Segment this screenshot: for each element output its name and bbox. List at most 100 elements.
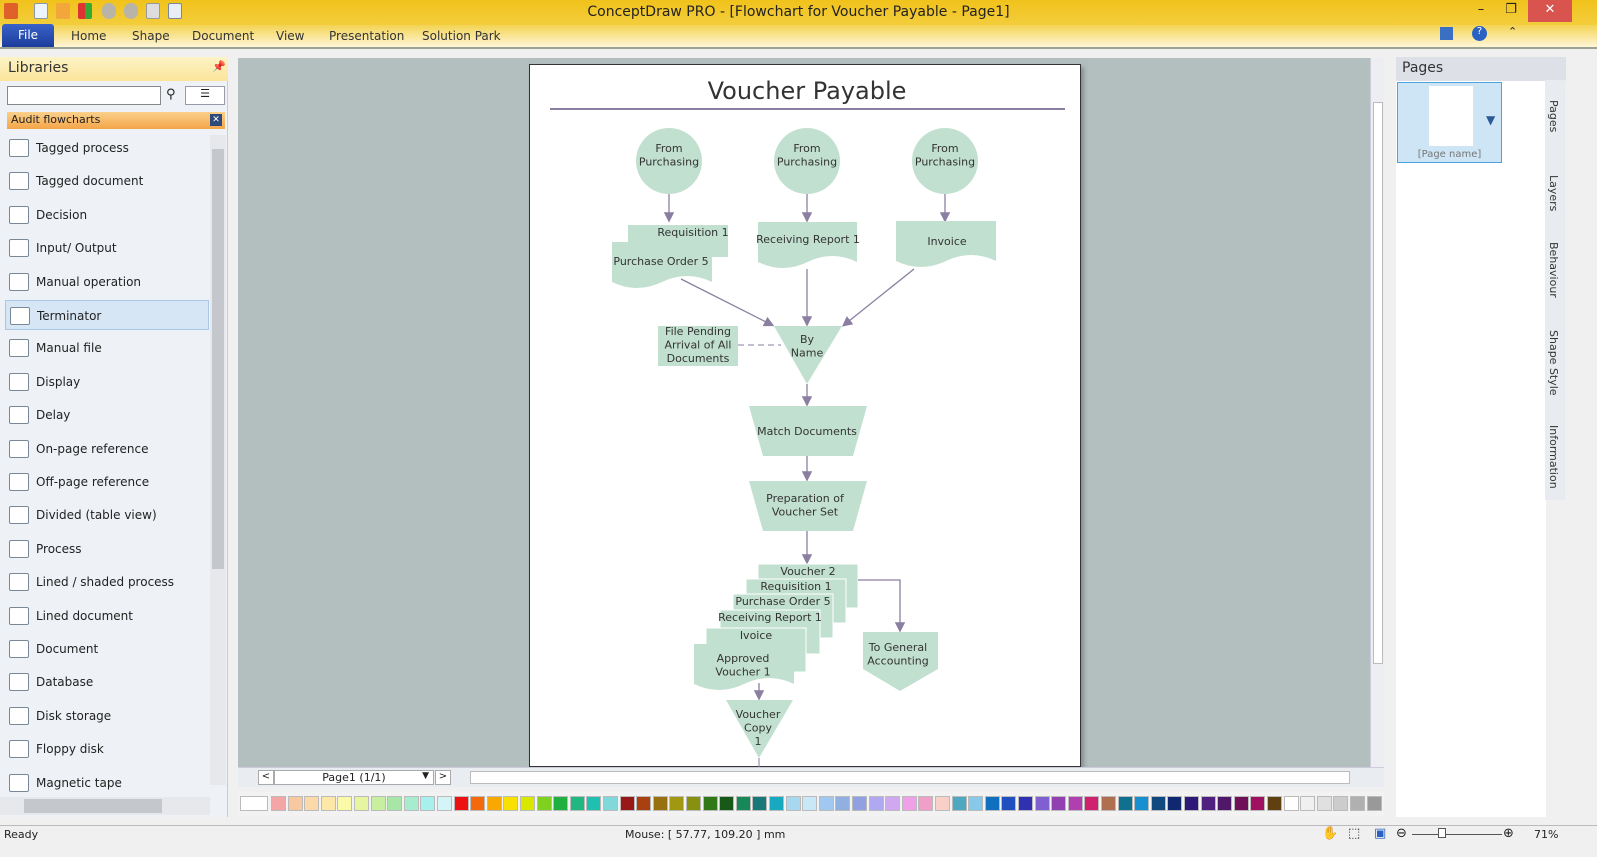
- color-swatch[interactable]: [1134, 796, 1150, 811]
- color-swatch[interactable]: [935, 796, 950, 811]
- color-swatch[interactable]: [984, 796, 1000, 811]
- library-item[interactable]: Disk storage: [5, 701, 209, 731]
- zoom-slider-handle[interactable]: [1438, 828, 1446, 838]
- color-swatch[interactable]: [1184, 796, 1199, 811]
- library-item[interactable]: Magnetic tape: [5, 768, 209, 798]
- restore-button[interactable]: ❐: [1496, 0, 1526, 22]
- library-item[interactable]: Lined document: [5, 601, 209, 631]
- color-swatch[interactable]: [553, 796, 569, 811]
- library-item[interactable]: Tagged process: [5, 133, 209, 163]
- color-swatch[interactable]: [354, 796, 369, 811]
- library-item[interactable]: Off-page reference: [5, 467, 209, 497]
- next-page-button[interactable]: >: [435, 770, 451, 785]
- library-item[interactable]: Input/ Output: [5, 233, 209, 263]
- color-swatch[interactable]: [885, 796, 901, 811]
- zoom-area-icon[interactable]: ⬚: [1348, 826, 1360, 841]
- color-swatch[interactable]: [868, 796, 884, 811]
- prev-page-button[interactable]: <: [258, 770, 274, 785]
- color-swatch[interactable]: [370, 796, 386, 811]
- horizontal-scrollbar[interactable]: [470, 771, 1350, 784]
- color-swatch[interactable]: [287, 796, 303, 811]
- color-swatch[interactable]: [1034, 796, 1050, 811]
- color-swatch[interactable]: [304, 796, 320, 811]
- tab-presentation[interactable]: Presentation: [329, 29, 404, 43]
- color-swatch[interactable]: [520, 796, 535, 811]
- page-select[interactable]: Page1 (1/1) ▼: [274, 770, 434, 785]
- color-swatch[interactable]: [835, 796, 851, 811]
- collapse-ribbon-icon[interactable]: ⌃: [1508, 25, 1517, 38]
- library-item[interactable]: Delay: [5, 400, 209, 430]
- connector-arrow[interactable]: [680, 278, 775, 327]
- color-swatch[interactable]: [603, 796, 618, 811]
- tab-shape[interactable]: Shape: [132, 29, 170, 43]
- tab-layers[interactable]: Layers: [1547, 175, 1560, 211]
- connector-arrow[interactable]: [858, 579, 906, 633]
- color-swatch[interactable]: [901, 796, 917, 811]
- color-swatch[interactable]: [1267, 796, 1282, 811]
- color-swatch[interactable]: [1117, 796, 1133, 811]
- fit-page-icon[interactable]: ▣: [1374, 826, 1386, 841]
- library-hscrollbar[interactable]: [0, 797, 210, 815]
- help-icon[interactable]: ?: [1472, 26, 1487, 41]
- library-item[interactable]: Tagged document: [5, 166, 209, 196]
- connector-arrow[interactable]: [841, 268, 915, 327]
- color-swatch[interactable]: [470, 796, 486, 811]
- library-item[interactable]: Manual file: [5, 333, 209, 363]
- color-swatch[interactable]: [437, 796, 452, 811]
- library-item[interactable]: Floppy disk: [5, 734, 209, 764]
- color-swatch[interactable]: [686, 796, 701, 811]
- color-swatch[interactable]: [271, 796, 286, 811]
- color-swatch[interactable]: [702, 796, 718, 811]
- color-swatch[interactable]: [387, 796, 403, 811]
- tab-behaviour[interactable]: Behaviour: [1547, 242, 1560, 298]
- color-swatch[interactable]: [1233, 796, 1249, 811]
- library-search-input[interactable]: [7, 86, 161, 105]
- color-swatch[interactable]: [852, 796, 867, 811]
- library-item[interactable]: Display: [5, 367, 209, 397]
- color-swatch[interactable]: [1283, 796, 1299, 811]
- color-swatch[interactable]: [1217, 796, 1233, 811]
- dropdown-icon[interactable]: ▼: [1486, 113, 1495, 127]
- pin-icon[interactable]: 📌: [212, 60, 226, 73]
- tab-home[interactable]: Home: [71, 29, 106, 43]
- drawing-canvas[interactable]: Voucher Payable From Purchasing From Purchas…: [238, 58, 1370, 768]
- color-swatch[interactable]: [769, 796, 784, 811]
- library-item[interactable]: Decision: [5, 200, 209, 230]
- color-swatch[interactable]: [420, 796, 436, 811]
- color-swatch[interactable]: [486, 796, 502, 811]
- library-item[interactable]: Terminator: [5, 300, 209, 330]
- library-item[interactable]: Process: [5, 534, 209, 564]
- color-swatch[interactable]: [968, 796, 984, 811]
- search-icon[interactable]: ⚲: [166, 87, 176, 102]
- color-swatch[interactable]: [453, 796, 469, 811]
- color-swatch[interactable]: [802, 796, 818, 811]
- library-item[interactable]: Lined / shaded process: [5, 567, 209, 597]
- tab-information[interactable]: Information: [1547, 425, 1560, 489]
- layout-icon[interactable]: [1440, 27, 1453, 40]
- library-item[interactable]: Database: [5, 667, 209, 697]
- zoom-slider[interactable]: [1412, 834, 1502, 835]
- color-swatch[interactable]: [1333, 796, 1349, 811]
- color-swatch[interactable]: [1350, 796, 1365, 811]
- fill-picker-icon[interactable]: [240, 796, 268, 811]
- zoom-out-icon[interactable]: ⊖: [1396, 826, 1407, 841]
- color-swatch[interactable]: [1018, 796, 1033, 811]
- color-swatch[interactable]: [1067, 796, 1083, 811]
- diagram-page[interactable]: Voucher Payable From Purchasing From Purchas…: [529, 64, 1082, 768]
- library-item[interactable]: Divided (table view): [5, 500, 209, 530]
- color-swatch[interactable]: [337, 796, 353, 811]
- color-swatch[interactable]: [1200, 796, 1216, 811]
- color-swatch[interactable]: [569, 796, 585, 811]
- color-swatch[interactable]: [320, 796, 336, 811]
- color-swatch[interactable]: [1101, 796, 1116, 811]
- color-swatch[interactable]: [1250, 796, 1266, 811]
- color-swatch[interactable]: [619, 796, 635, 811]
- color-swatch[interactable]: [586, 796, 602, 811]
- tab-solution-park[interactable]: Solution Park: [422, 29, 501, 43]
- color-swatch[interactable]: [536, 796, 552, 811]
- tab-view[interactable]: View: [276, 29, 304, 43]
- zoom-in-icon[interactable]: ⊕: [1503, 826, 1514, 841]
- color-swatch[interactable]: [403, 796, 419, 811]
- flowchart[interactable]: Voucher PayableFrom PurchasingFrom Purchas…: [530, 65, 1082, 768]
- color-swatch[interactable]: [1316, 796, 1332, 811]
